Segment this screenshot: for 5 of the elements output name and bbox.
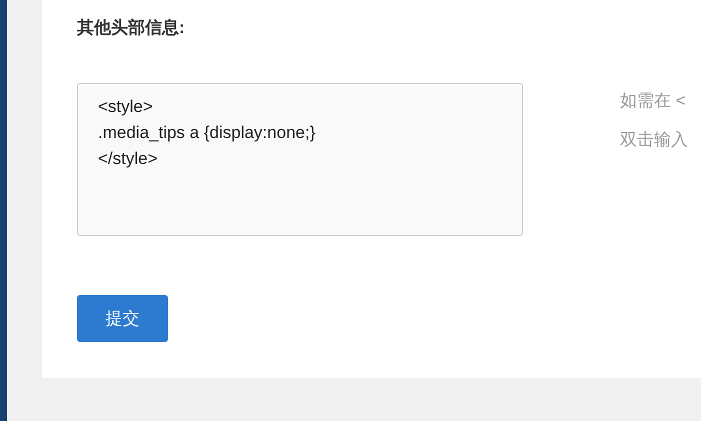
code-field[interactable]: <style> .media_tips a {display:none;} </style> bbox=[77, 83, 523, 236]
hint-text: 双击输入 bbox=[620, 129, 688, 151]
field-label: 其他头部信息: bbox=[77, 17, 186, 39]
submit-button[interactable]: 提交 bbox=[77, 295, 168, 342]
hint-text: 如需在 < bbox=[620, 90, 687, 112]
